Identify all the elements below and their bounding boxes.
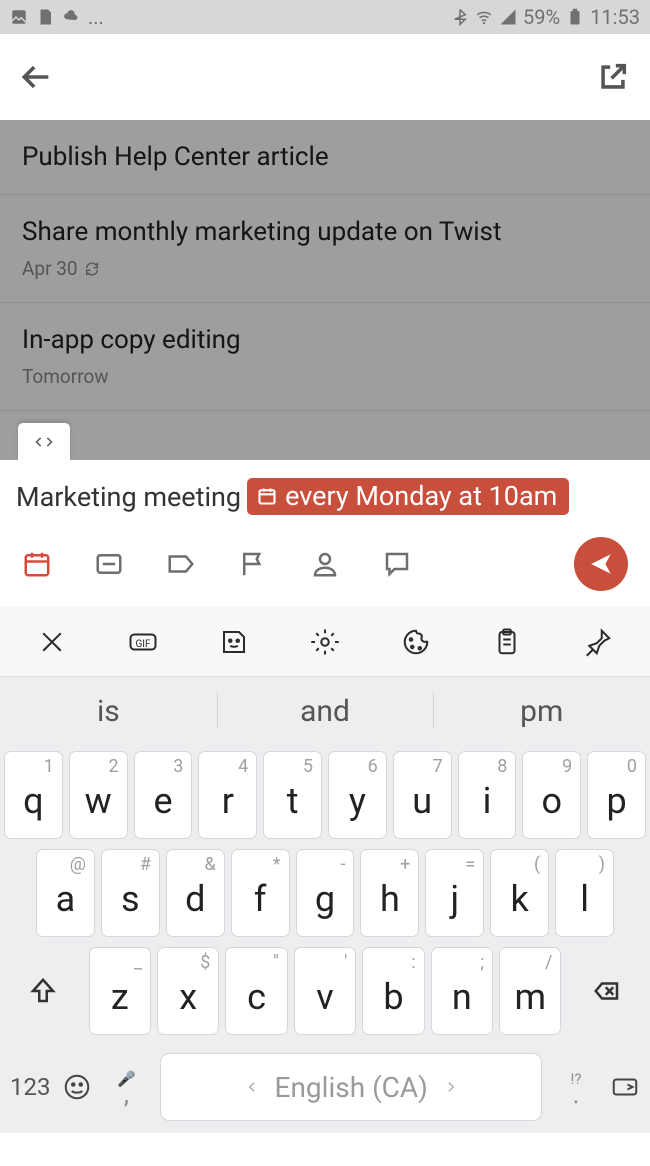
gif-icon[interactable]: GIF: [128, 627, 158, 657]
bluetooth-icon: [451, 8, 469, 26]
key-v[interactable]: 'v: [294, 947, 356, 1035]
spacebar[interactable]: English (CA): [160, 1053, 542, 1121]
keyboard-toolbar: GIF: [0, 607, 650, 677]
key-d[interactable]: &d: [166, 849, 225, 937]
suggestion-bar: is and pm: [0, 677, 650, 745]
emoji-icon[interactable]: [62, 1072, 92, 1102]
key-b[interactable]: :b: [362, 947, 424, 1035]
signal-icon: [499, 8, 517, 26]
battery-text: 59%: [523, 5, 560, 29]
key-a[interactable]: @a: [36, 849, 95, 937]
back-icon[interactable]: [20, 60, 54, 94]
key-z[interactable]: _z: [89, 947, 151, 1035]
key-q[interactable]: 1q: [4, 751, 63, 839]
keyboard-bottom-row: 123 🎤, English (CA) !?.: [0, 1047, 650, 1133]
status-bar: ... 59% 11:53: [0, 0, 650, 34]
shift-key[interactable]: [4, 947, 83, 1035]
enter-key[interactable]: [610, 1072, 640, 1102]
key-l[interactable]: )l: [555, 849, 614, 937]
suggestion[interactable]: is: [0, 677, 217, 745]
image-icon: [10, 8, 28, 26]
send-icon: [588, 551, 614, 577]
key-p[interactable]: 0p: [587, 751, 646, 839]
key-i[interactable]: 8i: [458, 751, 517, 839]
key-c[interactable]: "c: [225, 947, 287, 1035]
schedule-chip[interactable]: every Monday at 10am: [247, 478, 569, 515]
key-j[interactable]: =j: [425, 849, 484, 937]
key-g[interactable]: -g: [296, 849, 355, 937]
clipboard-icon[interactable]: [492, 627, 522, 657]
key-t[interactable]: 5t: [263, 751, 322, 839]
sd-card-icon: [36, 8, 54, 26]
key-k[interactable]: (k: [490, 849, 549, 937]
key-n[interactable]: ;n: [431, 947, 493, 1035]
close-icon[interactable]: [37, 627, 67, 657]
compose-input[interactable]: Marketing meeting every Monday at 10am: [0, 460, 650, 523]
suggestion[interactable]: pm: [433, 677, 650, 745]
wifi-icon: [475, 8, 493, 26]
pin-icon[interactable]: [583, 627, 613, 657]
status-ellipsis: ...: [88, 5, 104, 29]
key-s[interactable]: #s: [101, 849, 160, 937]
key-f[interactable]: *f: [231, 849, 290, 937]
key-w[interactable]: 2w: [69, 751, 128, 839]
compose-text-value: Marketing meeting: [16, 481, 241, 513]
svg-text:GIF: GIF: [135, 639, 151, 650]
project-icon[interactable]: [94, 549, 124, 579]
priority-icon[interactable]: [238, 549, 268, 579]
key-h[interactable]: +h: [360, 849, 419, 937]
assignee-icon[interactable]: [310, 549, 340, 579]
compose-area: Marketing meeting every Monday at 10am: [0, 460, 650, 607]
suggestion[interactable]: and: [217, 677, 434, 745]
backspace-key[interactable]: [567, 947, 646, 1035]
key-y[interactable]: 6y: [328, 751, 387, 839]
key-m[interactable]: /m: [499, 947, 561, 1035]
battery-icon: [566, 8, 584, 26]
settings-icon[interactable]: [310, 627, 340, 657]
numbers-key[interactable]: 123: [10, 1073, 50, 1101]
comment-icon[interactable]: [382, 549, 412, 579]
key-e[interactable]: 3e: [134, 751, 193, 839]
theme-icon[interactable]: [401, 627, 431, 657]
send-button[interactable]: [574, 537, 628, 591]
key-u[interactable]: 7u: [393, 751, 452, 839]
schedule-icon[interactable]: [22, 549, 52, 579]
app-header: [0, 34, 650, 120]
clock-text: 11:53: [590, 5, 640, 29]
label-icon[interactable]: [166, 549, 196, 579]
calendar-icon: [257, 486, 277, 506]
cloud-icon: [62, 8, 80, 26]
keyboard: GIF is and pm 1q2w3e4r5t6y7u8i9o0p @a#s&…: [0, 607, 650, 1133]
key-r[interactable]: 4r: [198, 751, 257, 839]
sticker-icon[interactable]: [219, 627, 249, 657]
key-o[interactable]: 9o: [522, 751, 581, 839]
cursor-handle[interactable]: [18, 423, 70, 460]
open-external-icon[interactable]: [596, 60, 630, 94]
comma-key[interactable]: 🎤,: [104, 1070, 148, 1104]
task-list-dimmed: Publish Help Center article Share monthl…: [0, 120, 650, 460]
period-key[interactable]: !?.: [554, 1070, 598, 1104]
key-x[interactable]: $x: [157, 947, 219, 1035]
compose-toolbar: [0, 523, 650, 607]
